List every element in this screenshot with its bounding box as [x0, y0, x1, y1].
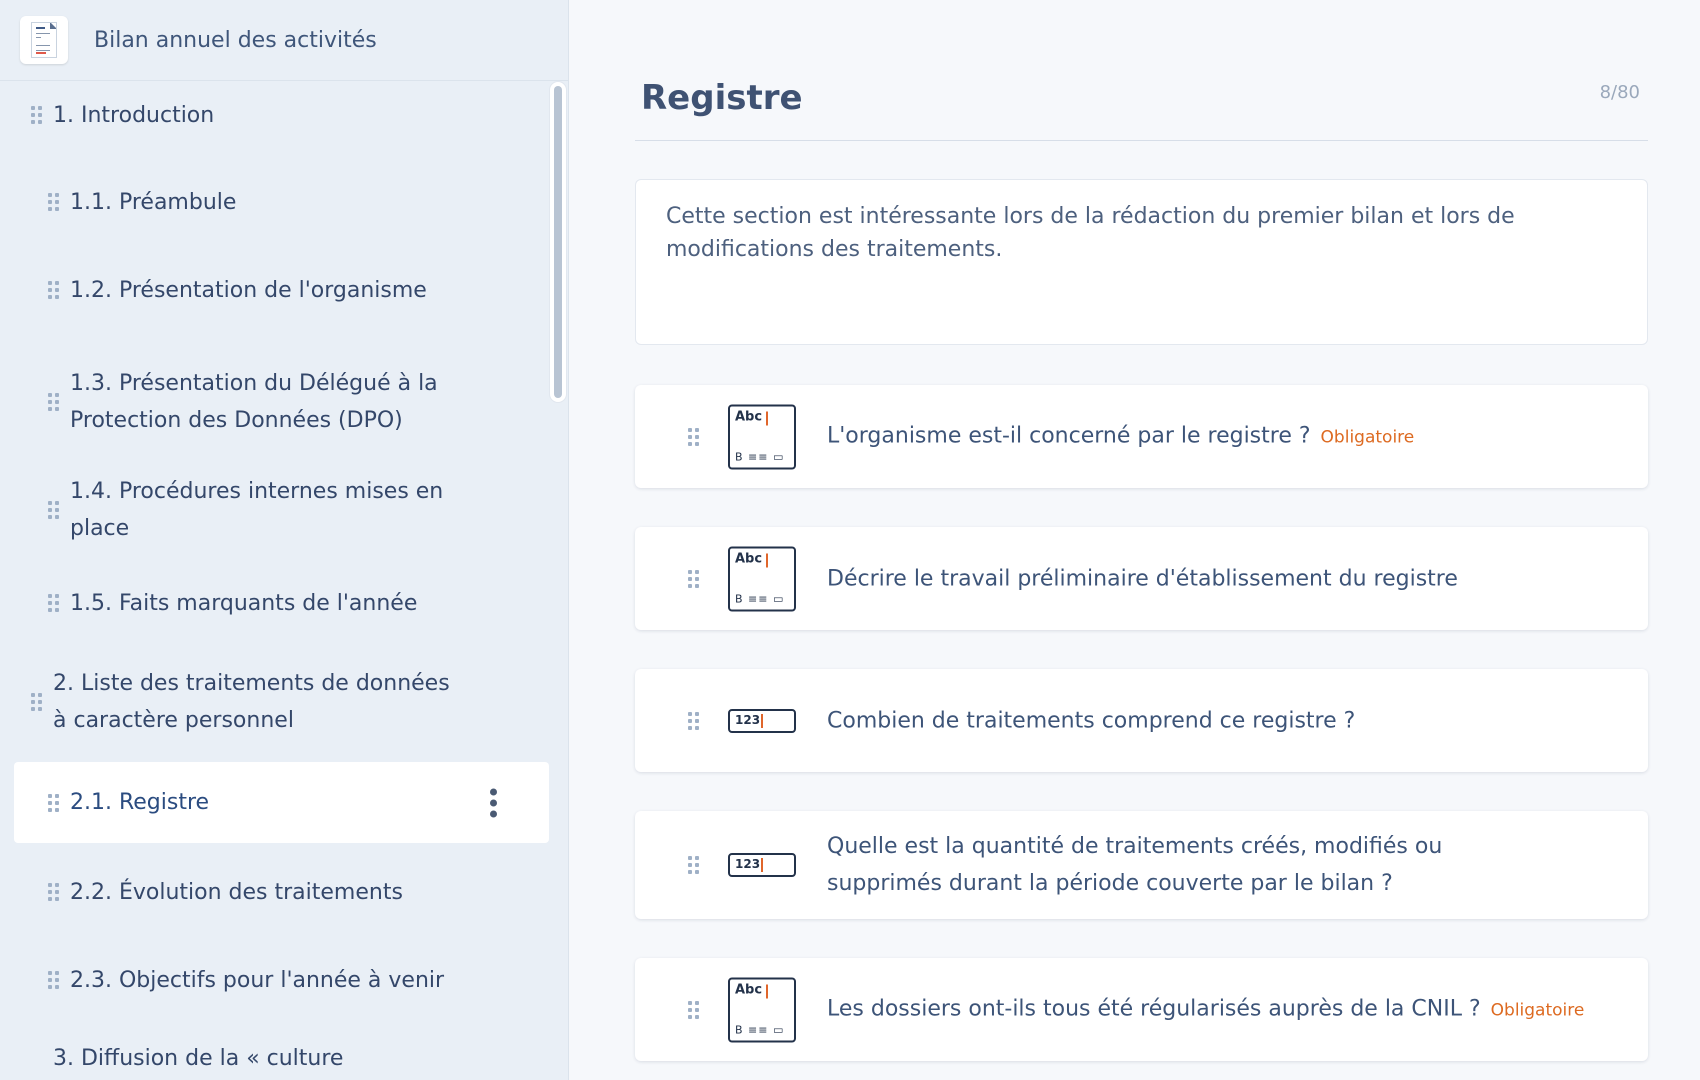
sidebar-scrollbar[interactable] [550, 82, 566, 402]
drag-handle-icon[interactable] [48, 501, 62, 519]
main-content: Registre 8/80 Cette section est intéress… [569, 0, 1700, 1080]
sidebar-item-preambule[interactable]: 1.1. Préambule [14, 178, 549, 226]
drag-handle-icon[interactable] [31, 106, 45, 124]
document-title: Bilan annuel des activités [94, 27, 377, 53]
scrollbar-thumb[interactable] [554, 86, 562, 398]
sidebar-item-label: 1.1. Préambule [70, 189, 237, 215]
sidebar-item-label: 1.5. Faits marquants de l'année [70, 590, 418, 616]
drag-handle-icon[interactable] [688, 711, 700, 730]
text-field-icon: Abc B ≡≡ ▭ [728, 546, 796, 611]
sidebar-item-label: 1.3. Présentation du Délégué à la Protec… [70, 371, 438, 433]
drag-handle-icon[interactable] [688, 569, 700, 588]
sidebar-item-label: 2.2. Évolution des traitements [70, 879, 403, 905]
title-divider [635, 140, 1648, 141]
text-field-icon: Abc B ≡≡ ▭ [728, 404, 796, 469]
sidebar-item-faits-marquants[interactable]: 1.5. Faits marquants de l'année [14, 579, 549, 627]
text-field-icon: Abc B ≡≡ ▭ [728, 977, 796, 1042]
question-label: Décrire le travail préliminaire d'établi… [827, 566, 1458, 591]
required-badge: Obligatoire [1320, 427, 1415, 447]
question-card[interactable]: 123 Combien de traitements comprend ce r… [635, 669, 1648, 772]
drag-handle-icon[interactable] [48, 594, 62, 612]
sidebar-item-presentation-dpo[interactable]: 1.3. Présentation du Délégué à la Protec… [14, 362, 549, 442]
number-field-icon: 123 [728, 708, 796, 733]
drag-handle-icon[interactable] [48, 393, 62, 411]
sidebar-item-label: 2.1. Registre [70, 790, 210, 815]
sidebar-item-label: 1.4. Procédures internes mises en place [70, 479, 444, 541]
drag-handle-icon[interactable] [688, 1000, 700, 1019]
drag-handle-icon[interactable] [48, 971, 62, 989]
sidebar-item-objectifs[interactable]: 2.3. Objectifs pour l'année à venir [14, 956, 549, 1004]
sidebar-item-label: 1. Introduction [53, 102, 215, 128]
drag-handle-icon[interactable] [48, 793, 62, 812]
question-label: L'organisme est-il concerné par le regis… [827, 423, 1415, 448]
sidebar-item-label: 1.2. Présentation de l'organisme [70, 277, 427, 303]
sidebar-item-label: 3. Diffusion de la « culture [53, 1046, 344, 1071]
drag-handle-icon[interactable] [31, 693, 45, 711]
sidebar-item-liste-traitements[interactable]: 2. Liste des traitements de données à ca… [14, 662, 549, 742]
question-card[interactable]: Abc B ≡≡ ▭ Les dossiers ont-ils tous été… [635, 958, 1648, 1061]
question-label: Quelle est la quantité de traitements cr… [827, 834, 1443, 896]
question-card[interactable]: Abc B ≡≡ ▭ L'organisme est-il concerné p… [635, 385, 1648, 488]
drag-handle-icon[interactable] [688, 427, 700, 446]
document-thumbnail-icon[interactable] [20, 16, 68, 64]
number-field-icon: 123 [728, 853, 796, 877]
app-window: Bilan annuel des activités 1. Introducti… [0, 0, 1700, 1080]
sidebar-item-procedures-internes[interactable]: 1.4. Procédures internes mises en place [14, 470, 549, 550]
sidebar-header: Bilan annuel des activités [0, 0, 568, 81]
page-title: Registre [641, 78, 803, 118]
drag-handle-icon[interactable] [48, 193, 62, 211]
sidebar-item-introduction[interactable]: 1. Introduction [14, 91, 549, 139]
sidebar-item-label: 2. Liste des traitements de données à ca… [53, 671, 450, 733]
sidebar-item-evolution-traitements[interactable]: 2.2. Évolution des traitements [14, 868, 549, 916]
question-card[interactable]: 123 Quelle est la quantité de traitement… [635, 811, 1648, 919]
question-card[interactable]: Abc B ≡≡ ▭ Décrire le travail préliminai… [635, 527, 1648, 630]
sidebar-item-diffusion-culture[interactable]: 3. Diffusion de la « culture [14, 1040, 549, 1080]
drag-handle-icon[interactable] [688, 856, 700, 874]
drag-handle-icon[interactable] [48, 883, 62, 901]
required-badge: Obligatoire [1490, 1000, 1585, 1020]
drag-handle-icon[interactable] [48, 281, 62, 299]
sidebar-item-label: 2.3. Objectifs pour l'année à venir [70, 967, 445, 993]
more-options-icon[interactable] [489, 788, 497, 817]
question-label: Combien de traitements comprend ce regis… [827, 708, 1356, 733]
question-label: Les dossiers ont-ils tous été régularisé… [827, 996, 1585, 1021]
sidebar: Bilan annuel des activités 1. Introducti… [0, 0, 569, 1080]
page-counter: 8/80 [1599, 82, 1640, 103]
sidebar-item-presentation-organisme[interactable]: 1.2. Présentation de l'organisme [14, 266, 549, 314]
sidebar-item-registre[interactable]: 2.1. Registre [14, 762, 549, 843]
section-description[interactable]: Cette section est intéressante lors de l… [635, 179, 1648, 345]
